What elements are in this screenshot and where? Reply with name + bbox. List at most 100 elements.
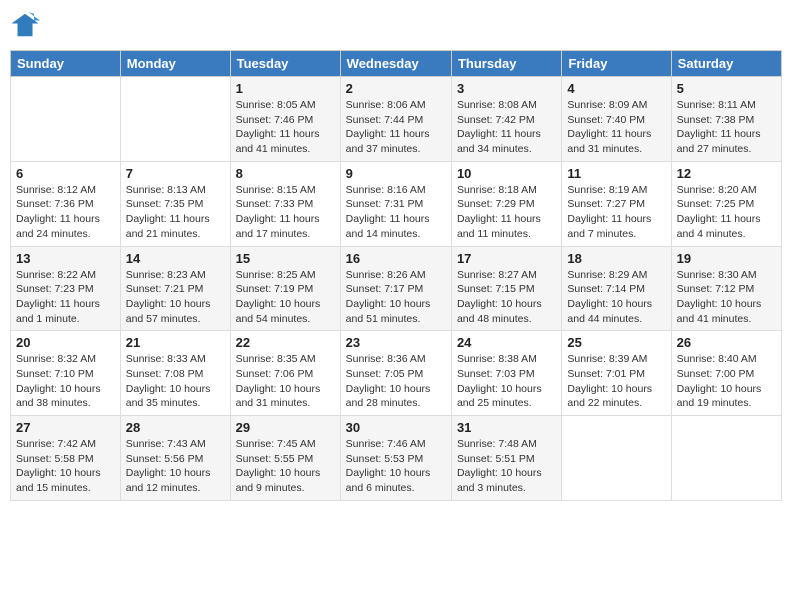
day-number: 30	[346, 420, 446, 435]
day-number: 4	[567, 81, 665, 96]
day-info: Sunrise: 8:40 AMSunset: 7:00 PMDaylight:…	[677, 352, 776, 411]
calendar-cell: 25Sunrise: 8:39 AMSunset: 7:01 PMDayligh…	[562, 331, 671, 416]
calendar-cell: 15 Sunrise: 8:25 AMSunset: 7:19 PMDayligh…	[230, 246, 340, 331]
day-info: Sunrise: 8:15 AMSunset: 7:33 PMDaylight:…	[236, 183, 335, 242]
calendar-cell: 17 Sunrise: 8:27 AMSunset: 7:15 PMDayligh…	[451, 246, 561, 331]
calendar-cell: 14 Sunrise: 8:23 AMSunset: 7:21 PMDayligh…	[120, 246, 230, 331]
day-info: Sunrise: 8:22 AMSunset: 7:23 PMDaylight:…	[16, 268, 115, 327]
day-number: 16	[346, 251, 446, 266]
day-info: Sunrise: 8:18 AMSunset: 7:29 PMDaylight:…	[457, 183, 556, 242]
day-info: Sunrise: 8:30 AMSunset: 7:12 PMDaylight:…	[677, 268, 776, 327]
week-row-3: 13 Sunrise: 8:22 AMSunset: 7:23 PMDayligh…	[11, 246, 782, 331]
weekday-header-sunday: Sunday	[11, 51, 121, 77]
day-number: 18	[567, 251, 665, 266]
day-number: 14	[126, 251, 225, 266]
calendar-cell: 10 Sunrise: 8:18 AMSunset: 7:29 PMDayligh…	[451, 161, 561, 246]
day-info: Sunrise: 8:26 AMSunset: 7:17 PMDaylight:…	[346, 268, 446, 327]
day-info: Sunrise: 8:08 AMSunset: 7:42 PMDaylight:…	[457, 98, 556, 157]
weekday-header-friday: Friday	[562, 51, 671, 77]
day-info: Sunrise: 8:12 AMSunset: 7:36 PMDaylight:…	[16, 183, 115, 242]
calendar-cell: 18 Sunrise: 8:29 AMSunset: 7:14 PMDayligh…	[562, 246, 671, 331]
day-number: 15	[236, 251, 335, 266]
day-number: 6	[16, 166, 115, 181]
day-info: Sunrise: 8:20 AMSunset: 7:25 PMDaylight:…	[677, 183, 776, 242]
day-number: 31	[457, 420, 556, 435]
weekday-header-row: SundayMondayTuesdayWednesdayThursdayFrid…	[11, 51, 782, 77]
calendar-cell: 12 Sunrise: 8:20 AMSunset: 7:25 PMDayligh…	[671, 161, 781, 246]
calendar-cell: 16 Sunrise: 8:26 AMSunset: 7:17 PMDayligh…	[340, 246, 451, 331]
calendar-cell	[562, 416, 671, 501]
day-info: Sunrise: 7:42 AMSunset: 5:58 PMDaylight:…	[16, 437, 115, 496]
calendar-cell: 20 Sunrise: 8:32 AMSunset: 7:10 PMDayligh…	[11, 331, 121, 416]
day-number: 21	[126, 335, 225, 350]
day-info: Sunrise: 8:06 AMSunset: 7:44 PMDaylight:…	[346, 98, 446, 157]
page: SundayMondayTuesdayWednesdayThursdayFrid…	[0, 0, 792, 612]
day-number: 11	[567, 166, 665, 181]
weekday-header-wednesday: Wednesday	[340, 51, 451, 77]
day-number: 13	[16, 251, 115, 266]
day-info: Sunrise: 8:39 AMSunset: 7:01 PMDaylight:…	[567, 352, 665, 411]
calendar-cell: 24Sunrise: 8:38 AMSunset: 7:03 PMDayligh…	[451, 331, 561, 416]
day-info: Sunrise: 8:29 AMSunset: 7:14 PMDaylight:…	[567, 268, 665, 327]
day-number: 9	[346, 166, 446, 181]
calendar-cell: 27 Sunrise: 7:42 AMSunset: 5:58 PMDayligh…	[11, 416, 121, 501]
day-info: Sunrise: 8:19 AMSunset: 7:27 PMDaylight:…	[567, 183, 665, 242]
weekday-header-tuesday: Tuesday	[230, 51, 340, 77]
calendar-cell: 11 Sunrise: 8:19 AMSunset: 7:27 PMDayligh…	[562, 161, 671, 246]
day-info: Sunrise: 7:43 AMSunset: 5:56 PMDaylight:…	[126, 437, 225, 496]
day-number: 19	[677, 251, 776, 266]
calendar-cell: 13 Sunrise: 8:22 AMSunset: 7:23 PMDayligh…	[11, 246, 121, 331]
calendar-cell: 21 Sunrise: 8:33 AMSunset: 7:08 PMDayligh…	[120, 331, 230, 416]
weekday-header-thursday: Thursday	[451, 51, 561, 77]
week-row-4: 20 Sunrise: 8:32 AMSunset: 7:10 PMDayligh…	[11, 331, 782, 416]
calendar-cell: 5 Sunrise: 8:11 AMSunset: 7:38 PMDaylight…	[671, 77, 781, 162]
calendar-cell: 31 Sunrise: 7:48 AMSunset: 5:51 PMDayligh…	[451, 416, 561, 501]
calendar-cell: 26Sunrise: 8:40 AMSunset: 7:00 PMDayligh…	[671, 331, 781, 416]
day-number: 17	[457, 251, 556, 266]
calendar-cell: 1 Sunrise: 8:05 AMSunset: 7:46 PMDaylight…	[230, 77, 340, 162]
day-info: Sunrise: 8:33 AMSunset: 7:08 PMDaylight:…	[126, 352, 225, 411]
calendar-cell: 9 Sunrise: 8:16 AMSunset: 7:31 PMDaylight…	[340, 161, 451, 246]
day-number: 27	[16, 420, 115, 435]
day-info: Sunrise: 7:46 AMSunset: 5:53 PMDaylight:…	[346, 437, 446, 496]
calendar-cell: 28 Sunrise: 7:43 AMSunset: 5:56 PMDayligh…	[120, 416, 230, 501]
day-number: 1	[236, 81, 335, 96]
logo-icon	[10, 10, 40, 40]
calendar-cell: 22Sunrise: 8:35 AMSunset: 7:06 PMDayligh…	[230, 331, 340, 416]
calendar: SundayMondayTuesdayWednesdayThursdayFrid…	[10, 50, 782, 501]
calendar-cell: 4Sunrise: 8:09 AMSunset: 7:40 PMDaylight…	[562, 77, 671, 162]
day-info: Sunrise: 8:38 AMSunset: 7:03 PMDaylight:…	[457, 352, 556, 411]
calendar-cell: 6 Sunrise: 8:12 AMSunset: 7:36 PMDaylight…	[11, 161, 121, 246]
day-number: 10	[457, 166, 556, 181]
day-number: 23	[346, 335, 446, 350]
day-info: Sunrise: 8:13 AMSunset: 7:35 PMDaylight:…	[126, 183, 225, 242]
day-number: 28	[126, 420, 225, 435]
day-number: 5	[677, 81, 776, 96]
day-info: Sunrise: 8:32 AMSunset: 7:10 PMDaylight:…	[16, 352, 115, 411]
logo	[10, 10, 42, 40]
day-number: 22	[236, 335, 335, 350]
day-info: Sunrise: 8:05 AMSunset: 7:46 PMDaylight:…	[236, 98, 335, 157]
day-info: Sunrise: 8:11 AMSunset: 7:38 PMDaylight:…	[677, 98, 776, 157]
week-row-1: 1 Sunrise: 8:05 AMSunset: 7:46 PMDaylight…	[11, 77, 782, 162]
day-info: Sunrise: 8:23 AMSunset: 7:21 PMDaylight:…	[126, 268, 225, 327]
calendar-cell: 29Sunrise: 7:45 AMSunset: 5:55 PMDayligh…	[230, 416, 340, 501]
day-number: 20	[16, 335, 115, 350]
day-number: 7	[126, 166, 225, 181]
calendar-cell: 23Sunrise: 8:36 AMSunset: 7:05 PMDayligh…	[340, 331, 451, 416]
calendar-cell: 7 Sunrise: 8:13 AMSunset: 7:35 PMDaylight…	[120, 161, 230, 246]
day-info: Sunrise: 8:16 AMSunset: 7:31 PMDaylight:…	[346, 183, 446, 242]
day-info: Sunrise: 8:25 AMSunset: 7:19 PMDaylight:…	[236, 268, 335, 327]
day-info: Sunrise: 7:48 AMSunset: 5:51 PMDaylight:…	[457, 437, 556, 496]
day-info: Sunrise: 7:45 AMSunset: 5:55 PMDaylight:…	[236, 437, 335, 496]
day-number: 2	[346, 81, 446, 96]
weekday-header-saturday: Saturday	[671, 51, 781, 77]
calendar-cell	[671, 416, 781, 501]
calendar-cell	[11, 77, 121, 162]
calendar-cell	[120, 77, 230, 162]
day-info: Sunrise: 8:27 AMSunset: 7:15 PMDaylight:…	[457, 268, 556, 327]
weekday-header-monday: Monday	[120, 51, 230, 77]
week-row-5: 27 Sunrise: 7:42 AMSunset: 5:58 PMDayligh…	[11, 416, 782, 501]
day-number: 12	[677, 166, 776, 181]
calendar-cell: 3Sunrise: 8:08 AMSunset: 7:42 PMDaylight…	[451, 77, 561, 162]
